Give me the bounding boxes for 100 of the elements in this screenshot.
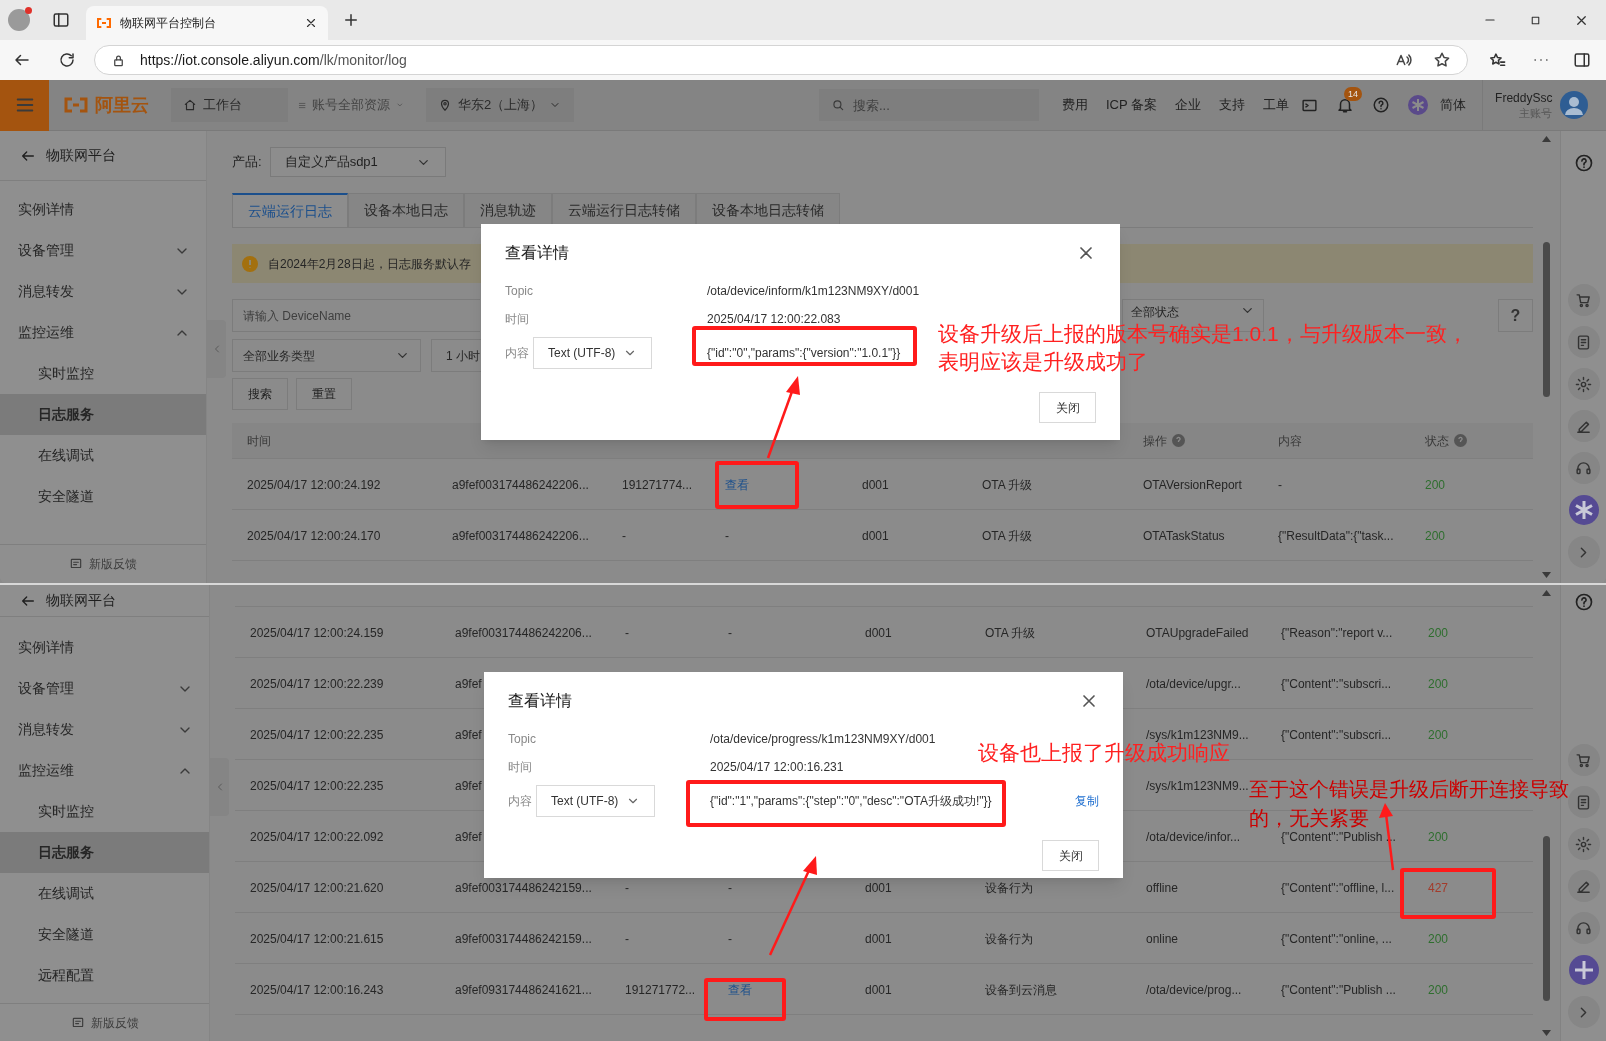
help-icon[interactable]	[1573, 592, 1594, 612]
notification-badge: 14	[1344, 87, 1363, 101]
sidebar-item[interactable]: 实例详情	[0, 189, 206, 230]
scrollbar-thumb[interactable]	[1543, 242, 1550, 397]
status-code: 200	[1428, 830, 1449, 844]
table-cell: -	[728, 932, 732, 946]
sidebar-icon[interactable]	[1573, 51, 1591, 69]
browser-tab[interactable]: 物联网平台控制台	[86, 6, 328, 40]
header-link[interactable]: 费用	[1062, 95, 1088, 115]
tab-title: 物联网平台控制台	[120, 15, 217, 32]
sidebar-item[interactable]: 监控运维	[0, 750, 209, 791]
field-label: 内容	[508, 793, 533, 810]
settings-icon[interactable]	[1575, 375, 1592, 393]
notice-text: 自2024年2月28日起，日志服务默认存	[268, 255, 471, 273]
sidebar-item[interactable]: 消息转发	[0, 271, 206, 312]
platform-back-link[interactable]: 物联网平台	[46, 590, 116, 611]
business-type-select[interactable]: 全部业务类型	[232, 339, 421, 372]
sidebar-item[interactable]: 在线调试	[0, 873, 209, 914]
header-link[interactable]: 支持	[1219, 95, 1246, 115]
address-bar[interactable]: https://iot.console.aliyun.com/lk/monitor/log	[94, 45, 1468, 75]
field-value: /ota/device/progress/k1m123NM9XY/d001	[710, 731, 936, 748]
user-avatar[interactable]	[1560, 91, 1589, 119]
collapse-handle[interactable]	[210, 758, 229, 816]
collapse-handle[interactable]	[207, 320, 226, 378]
view-link[interactable]: 查看	[728, 983, 752, 997]
tab[interactable]: 设备本地日志	[348, 193, 464, 228]
tab-actions-icon[interactable]	[52, 11, 70, 29]
help-button[interactable]: ?	[1498, 299, 1533, 332]
sidebar-item[interactable]: 实例详情	[0, 627, 209, 668]
close-button[interactable]: 关闭	[1039, 392, 1096, 423]
headset-icon[interactable]	[1575, 919, 1592, 937]
view-link[interactable]: 查看	[725, 478, 749, 492]
sidebar-item[interactable]: 日志服务	[0, 394, 206, 435]
cart-icon[interactable]	[1575, 751, 1592, 769]
sidebar-item[interactable]: 实时监控	[0, 353, 206, 394]
table-cell: /ota/device/upgr...	[1146, 677, 1241, 691]
table-cell: {"ResultData":{"task...	[1278, 529, 1394, 543]
scroll-down-icon[interactable]	[1542, 1030, 1551, 1036]
field-value: 2025/04/17 12:00:22.083	[707, 311, 841, 328]
star-icon[interactable]	[1433, 51, 1451, 69]
settings-icon[interactable]	[1575, 835, 1592, 853]
tab[interactable]: 消息轨迹	[464, 193, 552, 228]
sidebar-item[interactable]: 安全隧道	[0, 914, 209, 955]
feedback-link[interactable]: 新版反馈	[89, 555, 137, 573]
table-cell: offline	[1146, 881, 1178, 895]
refresh-icon[interactable]	[58, 51, 76, 69]
sidebar-item[interactable]: 设备管理	[0, 668, 209, 709]
language-menu[interactable]: 简体	[1440, 95, 1467, 115]
header-link[interactable]: ICP 备案	[1106, 95, 1158, 115]
profile-avatar[interactable]	[8, 9, 30, 31]
assistant-icon[interactable]	[1408, 95, 1429, 115]
format-select[interactable]: Text (UTF-8)	[536, 785, 655, 817]
annotation-text: 设备也上报了升级成功响应	[978, 741, 1230, 766]
document-icon[interactable]	[1575, 793, 1592, 811]
sidebar-item[interactable]: 日志服务	[0, 832, 209, 873]
sidebar-item[interactable]: 监控运维	[0, 312, 206, 353]
feedback-icon	[70, 1015, 85, 1030]
help-icon[interactable]	[1573, 153, 1594, 173]
document-icon[interactable]	[1575, 333, 1592, 351]
filter-button[interactable]: 重置	[296, 378, 352, 410]
header-link[interactable]: 工单	[1263, 95, 1290, 115]
platform-back-link[interactable]: 物联网平台	[46, 145, 116, 166]
scroll-up-icon[interactable]	[1542, 136, 1551, 142]
close-button[interactable]: 关闭	[1042, 840, 1099, 871]
read-aloud-icon[interactable]	[1395, 51, 1413, 69]
scroll-down-icon[interactable]	[1542, 572, 1551, 578]
product-select[interactable]: 自定义产品sdp1	[269, 147, 446, 177]
bell-icon[interactable]	[1336, 96, 1355, 114]
assistant-icon[interactable]	[1567, 494, 1600, 526]
assistant-icon[interactable]	[1567, 954, 1600, 986]
status-code: 200	[1428, 932, 1449, 946]
resources-dropdown[interactable]: 账号全部资源	[288, 88, 414, 122]
new-tab-icon[interactable]	[342, 11, 360, 29]
filter-button[interactable]: 搜索	[232, 378, 288, 410]
search-field[interactable]: 搜索...	[819, 89, 1039, 121]
sidebar-item[interactable]: 远程配置	[0, 955, 209, 996]
region-dropdown[interactable]: 华东2（上海）	[426, 88, 574, 122]
sidebar-item[interactable]: 设备管理	[0, 230, 206, 271]
sidebar-item[interactable]: 消息转发	[0, 709, 209, 750]
scrollbar-thumb[interactable]	[1543, 836, 1550, 1001]
menu-button[interactable]	[0, 80, 49, 131]
workbench-button[interactable]: 工作台	[171, 88, 288, 122]
close-icon[interactable]	[304, 16, 318, 30]
format-select[interactable]: Text (UTF-8)	[533, 337, 652, 369]
copy-link[interactable]: 复制	[1075, 792, 1099, 810]
logo-text: 阿里云	[95, 93, 149, 117]
sidebar-item[interactable]: 安全隧道	[0, 476, 206, 517]
sidebar-item[interactable]: 实时监控	[0, 791, 209, 832]
device-name-field[interactable]: 请输入 DeviceName	[232, 299, 480, 332]
user-name[interactable]: FreddySsc	[1495, 90, 1553, 106]
scroll-up-icon[interactable]	[1542, 590, 1551, 596]
tab[interactable]: 云端运行日志	[232, 193, 348, 228]
sidebar-item[interactable]: 在线调试	[0, 435, 206, 476]
table-cell: 2025/04/17 12:00:21.620	[250, 881, 384, 895]
header-link[interactable]: 企业	[1175, 95, 1202, 115]
feedback-link[interactable]: 新版反馈	[90, 1013, 139, 1032]
field-label: 内容	[505, 345, 530, 362]
cart-icon[interactable]	[1575, 291, 1592, 309]
headset-icon[interactable]	[1575, 459, 1592, 477]
help-icon[interactable]	[1372, 96, 1391, 114]
